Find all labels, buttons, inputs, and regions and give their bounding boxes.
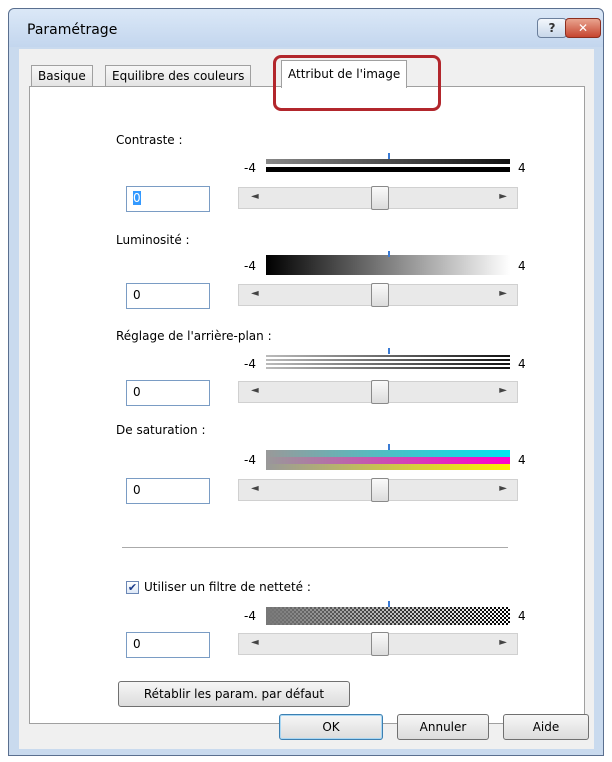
question-icon: ? [548, 21, 556, 35]
saturation-min-label: -4 [244, 453, 256, 467]
image-attribute-panel: Contraste : -4 4 0 ◄ ► Luminosité : -4 4… [29, 86, 585, 724]
sharpness-input[interactable]: 0 [126, 632, 210, 658]
contrast-label: Contraste : [116, 133, 183, 147]
background-slider[interactable]: ◄ ► [238, 380, 518, 404]
background-slider-thumb[interactable] [371, 380, 389, 404]
title-bar: Paramétrage ? ✕ [9, 9, 603, 47]
sharpness-slider[interactable]: ◄ ► [238, 632, 518, 656]
contrast-ramp [266, 159, 510, 172]
background-center-tick [388, 348, 390, 354]
background-ramp [266, 354, 510, 372]
brightness-input[interactable]: 0 [126, 283, 210, 309]
close-button[interactable]: ✕ [565, 18, 601, 38]
arrow-left-icon[interactable]: ◄ [251, 483, 259, 494]
saturation-input[interactable]: 0 [126, 478, 210, 504]
reset-defaults-button[interactable]: Rétablir les param. par défaut [118, 681, 350, 707]
check-icon: ✔ [127, 581, 138, 594]
background-max-label: 4 [518, 357, 526, 371]
dialog-client: Basique Equilibre des couleurs Attribut … [19, 49, 594, 749]
brightness-ramp [266, 255, 510, 275]
saturation-ramp [266, 450, 510, 470]
background-label: Réglage de l'arrière-plan : [116, 329, 272, 343]
sharpness-center-tick [388, 601, 390, 607]
contrast-min-label: -4 [244, 161, 256, 175]
contrast-slider[interactable]: ◄ ► [238, 186, 518, 210]
section-divider [122, 547, 508, 548]
saturation-slider[interactable]: ◄ ► [238, 478, 518, 502]
tab-equilibre-couleurs[interactable]: Equilibre des couleurs [105, 65, 252, 87]
help-button[interactable]: Aide [503, 714, 589, 740]
contrast-center-tick [388, 153, 390, 159]
sharpness-min-label: -4 [244, 609, 256, 623]
arrow-left-icon[interactable]: ◄ [251, 637, 259, 648]
help-title-button[interactable]: ? [537, 18, 567, 38]
arrow-right-icon[interactable]: ► [499, 385, 507, 396]
ok-button[interactable]: OK [279, 714, 383, 740]
sharpness-max-label: 4 [518, 609, 526, 623]
background-min-label: -4 [244, 357, 256, 371]
tab-highlight-annotation [273, 55, 441, 111]
tab-basique[interactable]: Basique [31, 65, 93, 87]
saturation-slider-thumb[interactable] [371, 478, 389, 502]
brightness-min-label: -4 [244, 259, 256, 273]
brightness-slider[interactable]: ◄ ► [238, 283, 518, 307]
contrast-slider-thumb[interactable] [371, 186, 389, 210]
background-input[interactable]: 0 [126, 380, 210, 406]
arrow-left-icon[interactable]: ◄ [251, 191, 259, 202]
arrow-right-icon[interactable]: ► [499, 288, 507, 299]
close-icon: ✕ [577, 21, 589, 35]
contrast-input[interactable]: 0 [126, 186, 210, 212]
brightness-max-label: 4 [518, 259, 526, 273]
cancel-button[interactable]: Annuler [397, 714, 489, 740]
arrow-left-icon[interactable]: ◄ [251, 288, 259, 299]
saturation-center-tick [388, 444, 390, 450]
arrow-right-icon[interactable]: ► [499, 191, 507, 202]
arrow-right-icon[interactable]: ► [499, 637, 507, 648]
brightness-slider-thumb[interactable] [371, 283, 389, 307]
sharpness-slider-thumb[interactable] [371, 632, 389, 656]
brightness-center-tick [388, 251, 390, 257]
window-title: Paramétrage [27, 22, 118, 38]
dialog-window: Paramétrage ? ✕ Basique Equilibre des co… [8, 8, 604, 756]
contrast-max-label: 4 [518, 161, 526, 175]
saturation-max-label: 4 [518, 453, 526, 467]
arrow-left-icon[interactable]: ◄ [251, 385, 259, 396]
brightness-label: Luminosité : [116, 233, 190, 247]
sharpness-filter-label[interactable]: Utiliser un filtre de netteté : [144, 580, 311, 594]
sharpness-filter-checkbox[interactable]: ✔ [126, 581, 139, 594]
saturation-label: De saturation : [116, 423, 206, 437]
arrow-right-icon[interactable]: ► [499, 483, 507, 494]
sharpness-ramp [266, 607, 510, 625]
